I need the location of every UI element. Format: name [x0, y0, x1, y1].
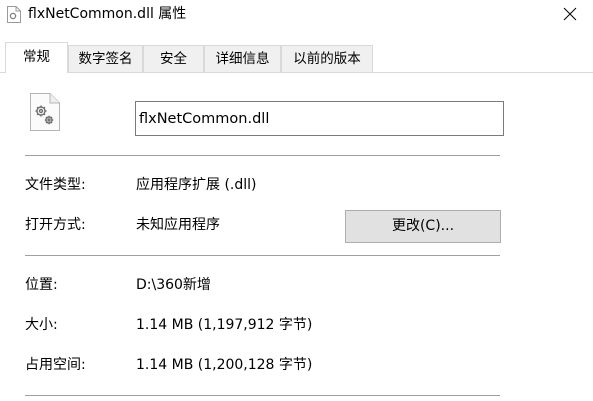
separator [25, 155, 500, 156]
opens-with-label: 打开方式: [25, 217, 86, 233]
tab-security[interactable]: 安全 [143, 45, 204, 72]
separator [25, 255, 500, 256]
dll-file-icon [7, 6, 21, 23]
change-button[interactable]: 更改(C)... [345, 210, 501, 243]
size-value: 1.14 MB (1,197,912 字节) [136, 317, 313, 333]
close-icon [563, 7, 577, 21]
size-on-disk-value: 1.14 MB (1,200,128 字节) [136, 357, 313, 373]
window-title: flxNetCommon.dll 属性 [28, 6, 187, 22]
size-label: 大小: [25, 317, 58, 333]
file-type-value: 应用程序扩展 (.dll) [136, 177, 257, 193]
tab-digital-signatures[interactable]: 数字签名 [68, 45, 143, 72]
location-label: 位置: [25, 277, 58, 293]
tab-general[interactable]: 常规 [5, 42, 68, 73]
size-on-disk-label: 占用空间: [25, 357, 86, 373]
tab-details[interactable]: 详细信息 [204, 45, 281, 72]
opens-with-value: 未知应用程序 [136, 217, 220, 233]
filename-input[interactable] [135, 101, 504, 136]
dll-settings-file-icon [30, 93, 60, 131]
title-bar: flxNetCommon.dll 属性 [0, 0, 593, 30]
location-value: D:\360新增 [136, 277, 211, 293]
file-type-label: 文件类型: [25, 177, 86, 193]
separator [25, 395, 500, 396]
tab-previous-versions[interactable]: 以前的版本 [281, 45, 373, 72]
close-button[interactable] [547, 0, 593, 30]
tab-strip-border [0, 72, 593, 73]
